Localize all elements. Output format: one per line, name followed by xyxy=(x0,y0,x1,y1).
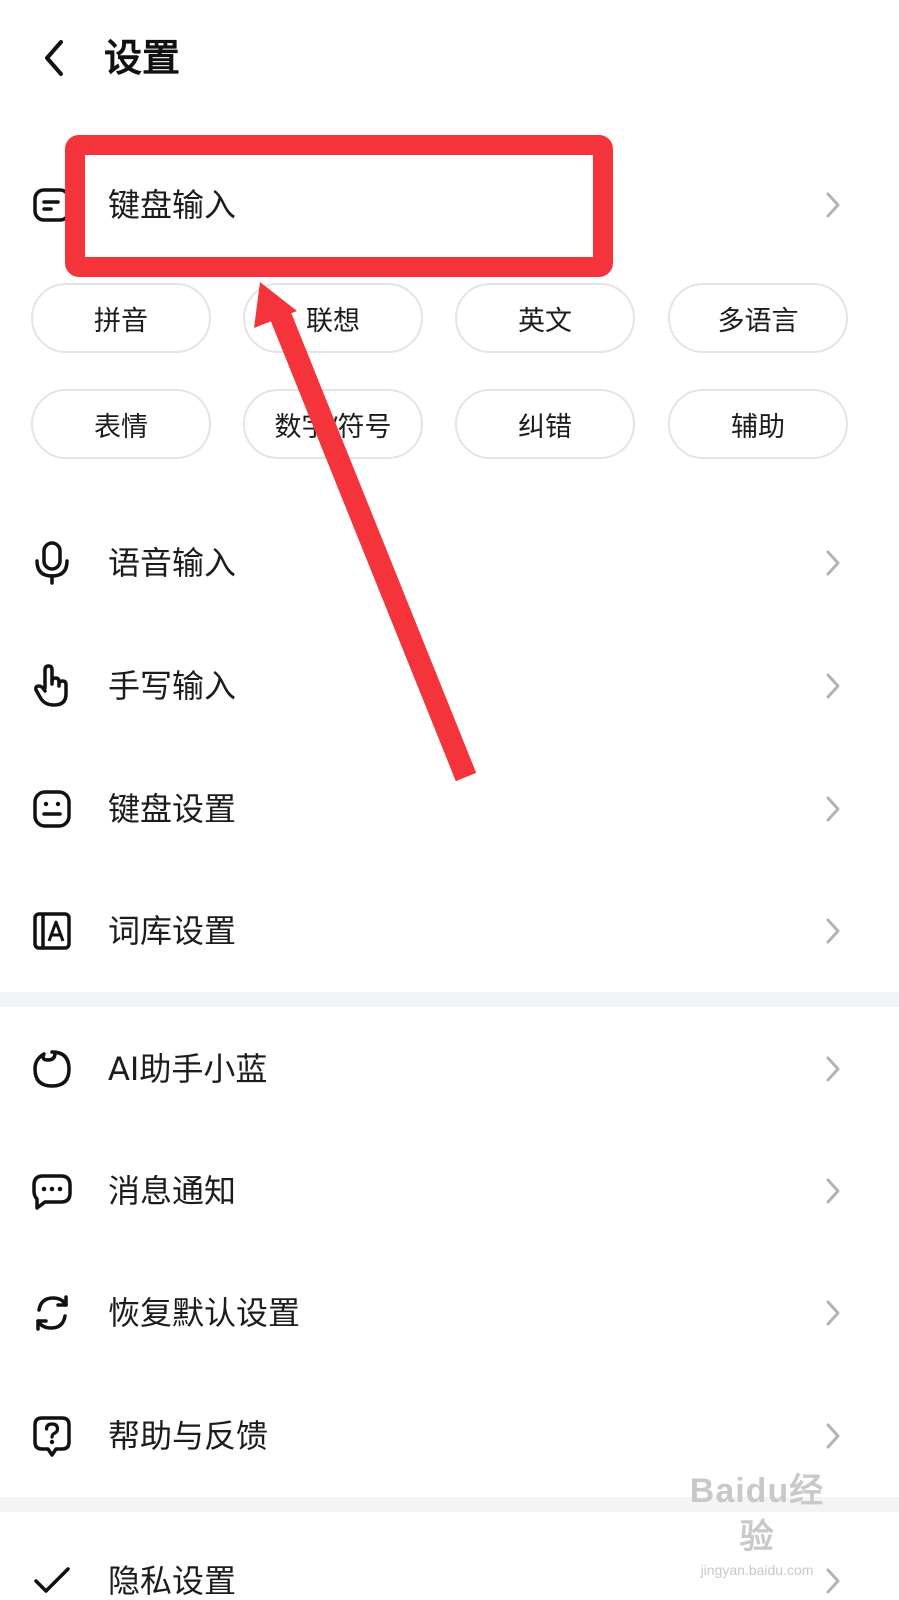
chip-correction[interactable]: 纠错 xyxy=(455,389,635,459)
menu-item-label: 词库设置 xyxy=(108,912,237,950)
chip-pinyin[interactable]: 拼音 xyxy=(31,283,211,353)
help-icon xyxy=(30,1414,74,1458)
microphone-icon xyxy=(30,541,74,585)
check-icon xyxy=(30,1559,74,1600)
chip-emoji[interactable]: 表情 xyxy=(31,389,211,459)
refresh-icon xyxy=(30,1291,74,1335)
chip-assist[interactable]: 辅助 xyxy=(668,389,848,459)
menu-item-label: 手写输入 xyxy=(108,667,237,705)
ai-assistant-icon xyxy=(30,1047,74,1091)
chevron-right-icon xyxy=(823,1054,843,1084)
menu-item-label: 语音输入 xyxy=(108,544,237,582)
chip-number-symbol[interactable]: 数字/符号 xyxy=(243,389,423,459)
chevron-right-icon xyxy=(823,794,843,824)
keyboard-icon xyxy=(30,787,74,831)
chevron-right-icon xyxy=(823,1298,843,1328)
keyboard-input-row[interactable]: 键盘输入 xyxy=(0,150,899,260)
baidu-watermark: Baidu经验 jingyan.baidu.com xyxy=(673,1468,841,1578)
watermark-url: jingyan.baidu.com xyxy=(700,1562,814,1578)
hand-pointer-icon xyxy=(30,664,74,708)
chevron-right-icon xyxy=(823,548,843,578)
keyboard-input-icon xyxy=(30,183,74,227)
menu-item-label: AI助手小蓝 xyxy=(108,1050,268,1088)
dictionary-icon xyxy=(30,909,74,953)
menu-item-handwriting-input[interactable]: 手写输入 xyxy=(0,631,899,741)
message-icon xyxy=(30,1169,74,1213)
chip-multilanguage[interactable]: 多语言 xyxy=(668,283,848,353)
menu-item-restore-defaults[interactable]: 恢复默认设置 xyxy=(0,1258,899,1368)
chevron-right-icon xyxy=(823,1421,843,1451)
menu-item-keyboard-settings[interactable]: 键盘设置 xyxy=(0,754,899,864)
menu-item-label: 键盘设置 xyxy=(108,790,237,828)
keyboard-input-label: 键盘输入 xyxy=(108,186,237,224)
chip-association[interactable]: 联想 xyxy=(243,283,423,353)
page-title: 设置 xyxy=(104,36,181,80)
header-bar: 设置 xyxy=(0,0,899,118)
menu-item-voice-input[interactable]: 语音输入 xyxy=(0,508,899,618)
chevron-right-icon xyxy=(823,671,843,701)
chevron-right-icon xyxy=(823,1176,843,1206)
chip-english[interactable]: 英文 xyxy=(455,283,635,353)
menu-item-label: 帮助与反馈 xyxy=(108,1417,269,1455)
menu-item-label: 隐私设置 xyxy=(108,1562,237,1600)
chevron-right-icon xyxy=(823,916,843,946)
watermark-logo: Baidu经验 xyxy=(689,1472,825,1556)
back-arrow-icon xyxy=(45,40,63,76)
menu-item-notifications[interactable]: 消息通知 xyxy=(0,1136,899,1246)
back-button[interactable] xyxy=(30,32,78,84)
menu-item-label: 消息通知 xyxy=(108,1172,237,1210)
menu-item-dictionary-settings[interactable]: 词库设置 xyxy=(0,876,899,986)
chevron-right-icon xyxy=(823,190,843,220)
section-divider xyxy=(0,992,899,1007)
menu-item-ai-assistant[interactable]: AI助手小蓝 xyxy=(0,1014,899,1124)
menu-item-label: 恢复默认设置 xyxy=(108,1294,301,1332)
